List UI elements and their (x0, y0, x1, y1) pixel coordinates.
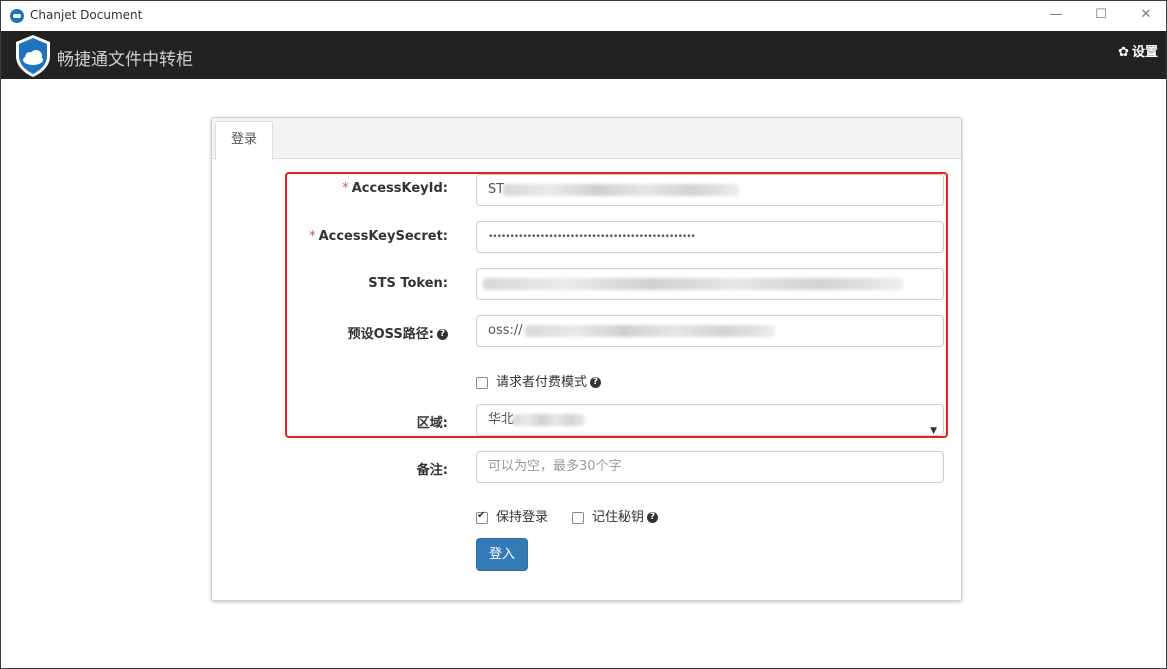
redacted-blur (525, 325, 775, 337)
app-cloud-icon (10, 9, 24, 23)
redacted-blur (483, 278, 903, 290)
required-mark: * (342, 181, 349, 196)
sts-token-label: STS Token: (368, 276, 448, 291)
requester-pays-label: 请求者付费模式 (496, 375, 588, 390)
region-select[interactable]: 华北 ▼ (476, 404, 944, 436)
access-key-id-input[interactable]: ST (476, 174, 944, 206)
remember-secret-checkbox[interactable]: 记住秘钥? (572, 506, 659, 525)
help-icon[interactable]: ? (437, 329, 448, 340)
settings-button[interactable]: ✿ 设置 (1118, 41, 1158, 60)
redacted-blur (503, 184, 739, 196)
highlight-box (285, 172, 948, 438)
required-mark: * (309, 229, 316, 244)
app-brand-title: 畅捷通文件中转柜 (57, 50, 193, 70)
app-header: 畅捷通文件中转柜 ✿ 设置 (1, 31, 1166, 79)
maximize-button[interactable]: ☐ (1089, 5, 1113, 25)
access-key-secret-label: * AccessKeySecret: (309, 229, 448, 244)
chevron-down-icon: ▼ (930, 426, 937, 436)
requester-pays-checkbox[interactable]: 请求者付费模式? (476, 371, 602, 390)
remember-secret-label: 记住秘钥 (592, 510, 645, 525)
access-key-id-label: * AccessKeyId: (342, 181, 448, 196)
region-value: 华北 (488, 412, 515, 427)
checkbox-box[interactable] (476, 376, 488, 389)
oss-path-label: 预设OSS路径:? (348, 323, 448, 342)
redacted-blur (513, 414, 585, 426)
sts-token-input[interactable] (476, 268, 944, 300)
minimize-button[interactable]: — (1044, 5, 1068, 25)
help-icon[interactable]: ? (590, 377, 602, 388)
oss-path-input[interactable]: oss:// (476, 315, 944, 347)
keep-login-label: 保持登录 (496, 510, 549, 525)
keep-login-checkbox[interactable]: 保持登录 (476, 506, 548, 525)
access-key-secret-input[interactable]: ••••••••••••••••••••••••••••••••••••••••… (476, 221, 944, 253)
help-icon[interactable]: ? (647, 512, 659, 523)
tab-strip: 登录 (212, 118, 961, 161)
window-title: Chanjet Document (30, 8, 143, 22)
title-bar: Chanjet Document — ☐ ✕ (1, 1, 1166, 31)
region-label: 区域: (416, 416, 448, 431)
login-button[interactable]: 登入 (476, 538, 528, 571)
note-input[interactable]: 可以为空，最多30个字 (476, 451, 944, 483)
checkbox-box[interactable] (476, 510, 488, 524)
checkbox-box[interactable] (572, 511, 584, 524)
gear-icon: ✿ (1118, 45, 1129, 60)
note-label: 备注: (416, 463, 448, 478)
tab-login[interactable]: 登录 (215, 121, 273, 161)
oss-path-value: oss:// (488, 323, 523, 338)
settings-label: 设置 (1131, 45, 1158, 60)
shield-cloud-logo-icon (16, 35, 50, 77)
close-button[interactable]: ✕ (1134, 5, 1158, 25)
access-key-id-value: ST (488, 182, 505, 197)
